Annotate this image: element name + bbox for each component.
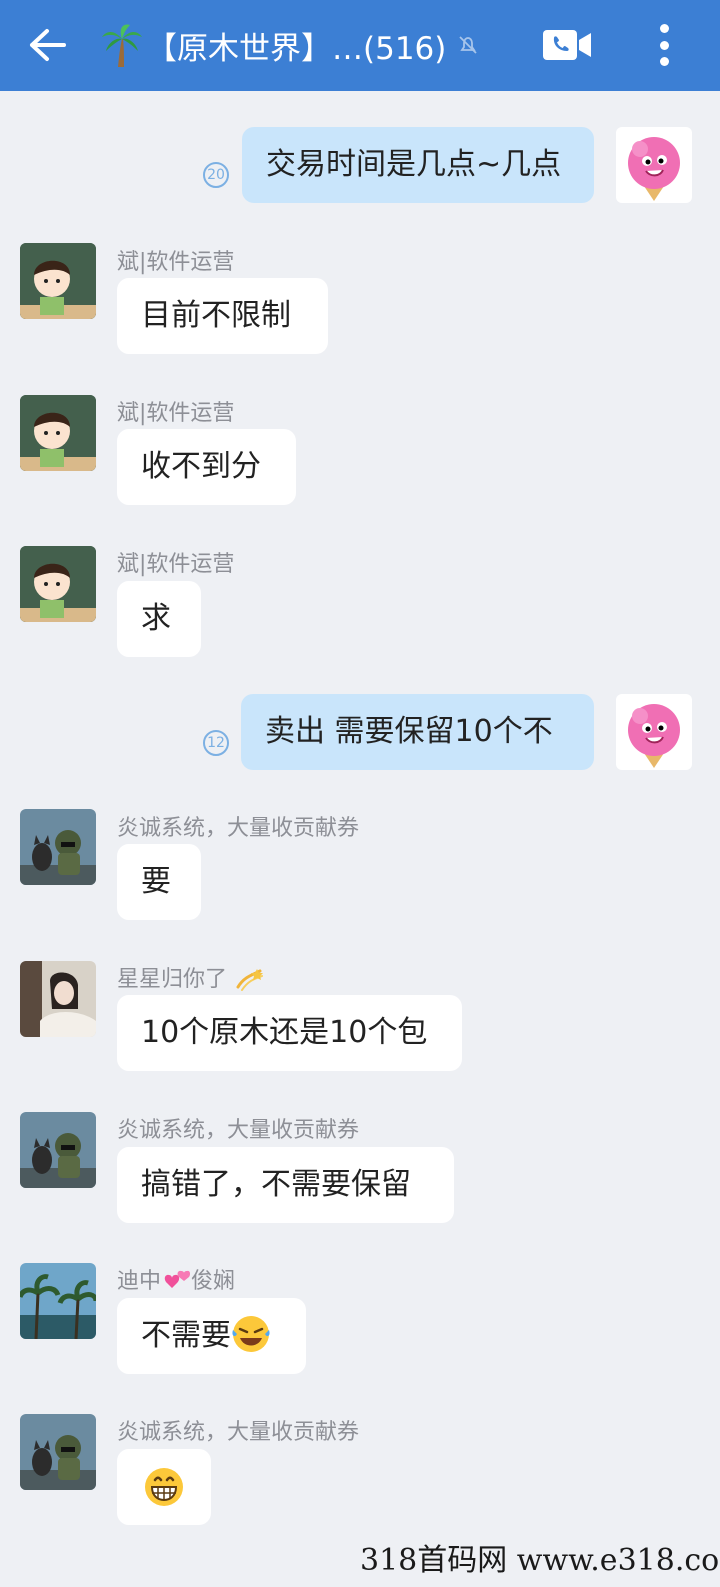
back-button[interactable] — [22, 22, 72, 68]
palm-tree-icon — [102, 24, 142, 67]
sender-name: 炎诚系统，大量收贡献券 — [117, 1420, 360, 1445]
user-avatar[interactable] — [20, 546, 96, 622]
user-avatar[interactable] — [20, 1112, 96, 1188]
message-bubble[interactable]: 收不到分 — [117, 429, 296, 505]
woman-photo-avatar-icon — [20, 961, 96, 1037]
message-bubble[interactable]: 不需要 — [117, 1298, 306, 1374]
sender-name: 炎诚系统，大量收贡献券 — [117, 1118, 360, 1143]
video-call-icon — [543, 30, 591, 60]
chat-header: 【原木世界】…(516) — [0, 0, 720, 91]
message-bubble[interactable]: 要 — [117, 844, 201, 920]
dizzy-emoji-icon — [236, 969, 264, 991]
sender-name: 斌|软件运营 — [117, 250, 235, 275]
self-avatar[interactable] — [616, 694, 692, 770]
sender-name: 炎诚系统，大量收贡献券 — [117, 816, 360, 841]
soldier-dog-avatar-icon — [20, 1112, 96, 1188]
soldier-dog-avatar-icon — [20, 1414, 96, 1490]
message-text: 不需要 — [141, 1318, 231, 1353]
message-bubble[interactable] — [117, 1449, 211, 1525]
read-count-badge[interactable]: 20 — [203, 162, 229, 188]
sender-name: 迪中 — [117, 1269, 162, 1294]
site-watermark: 318首码网 www.e318.com — [360, 1543, 720, 1578]
message-bubble[interactable]: 卖出 需要保留10个不 — [241, 694, 594, 770]
more-options-button[interactable] — [650, 20, 678, 70]
message-bubble[interactable]: 10个原木还是10个包 — [117, 995, 462, 1071]
cartoon-boy-avatar-icon — [20, 546, 96, 622]
palm-beach-avatar-icon — [20, 1263, 96, 1339]
sender-name-suffix: 俊娴 — [191, 1269, 236, 1294]
sender-name-row: 迪中 俊娴 — [117, 1263, 235, 1295]
crying-laughing-emoji-icon — [232, 1315, 270, 1352]
user-avatar[interactable] — [20, 961, 96, 1037]
video-call-button[interactable] — [541, 27, 593, 63]
self-avatar[interactable] — [616, 127, 692, 203]
user-avatar[interactable] — [20, 1263, 96, 1339]
arrow-left-icon — [30, 29, 66, 61]
sender-name: 斌|软件运营 — [117, 401, 235, 426]
user-avatar[interactable] — [20, 1414, 96, 1490]
user-avatar[interactable] — [20, 395, 96, 471]
cartoon-boy-avatar-icon — [20, 243, 96, 319]
message-bubble[interactable]: 交易时间是几点~几点 — [242, 127, 594, 203]
soldier-dog-avatar-icon — [20, 809, 96, 885]
sender-name: 斌|软件运营 — [117, 552, 235, 577]
more-vertical-icon — [659, 24, 669, 33]
ice-cream-avatar-icon — [628, 704, 680, 768]
sender-name: 星星归你了 — [117, 967, 228, 992]
user-avatar[interactable] — [20, 243, 96, 319]
sender-name-row: 星星归你了 — [117, 961, 264, 993]
chat-title: 【原木世界】…(516) — [146, 30, 447, 67]
ice-cream-avatar-icon — [628, 137, 680, 201]
message-bubble[interactable]: 求 — [117, 581, 201, 657]
grinning-emoji-icon — [145, 1468, 183, 1506]
cartoon-boy-avatar-icon — [20, 395, 96, 471]
message-bubble[interactable]: 搞错了，不需要保留 — [117, 1147, 454, 1223]
chat-title-area[interactable]: 【原木世界】…(516) — [100, 18, 480, 72]
read-count-badge[interactable]: 12 — [203, 730, 229, 756]
message-bubble[interactable]: 目前不限制 — [117, 278, 328, 354]
two-hearts-emoji-icon — [164, 1270, 191, 1288]
mute-bell-icon — [459, 36, 477, 54]
user-avatar[interactable] — [20, 809, 96, 885]
